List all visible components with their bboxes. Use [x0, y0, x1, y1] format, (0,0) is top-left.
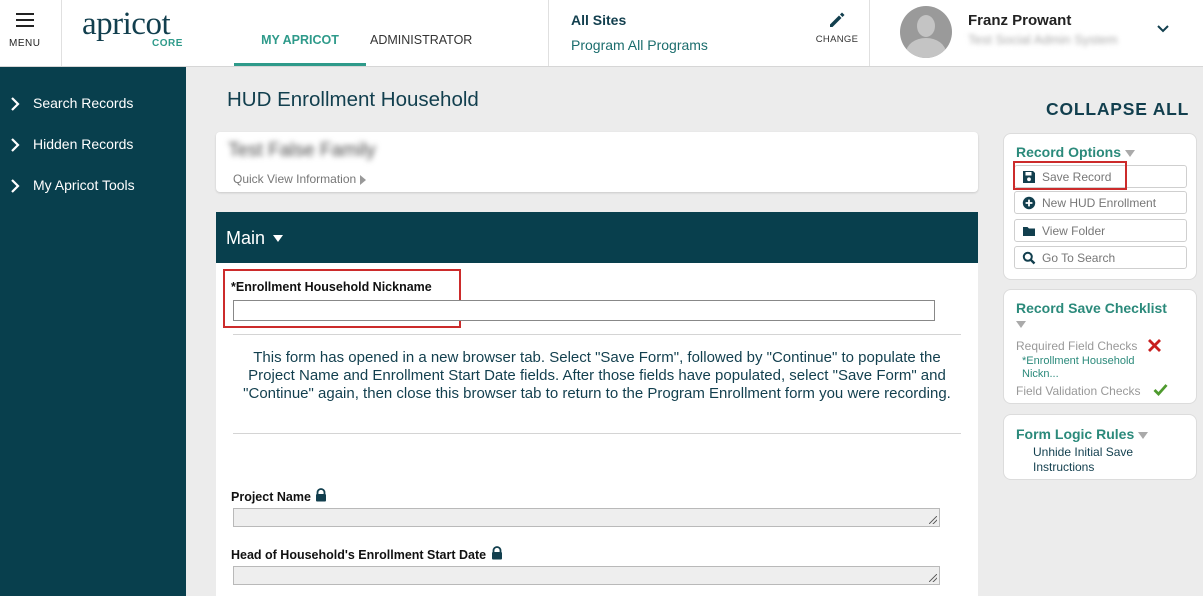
section-header-main[interactable]: Main	[216, 212, 978, 263]
record-options-title[interactable]: Record Options	[1016, 144, 1136, 160]
sidebar: Search Records Hidden Records My Apricot…	[0, 67, 186, 596]
view-folder-label: View Folder	[1042, 224, 1106, 238]
chevron-right-icon	[11, 97, 20, 111]
avatar[interactable]	[900, 6, 952, 58]
sidebar-item-label: My Apricot Tools	[33, 177, 135, 193]
site-selector: All Sites Program All Programs CHANGE	[548, 0, 870, 66]
collapse-all-button[interactable]: COLLAPSE ALL	[1046, 99, 1189, 120]
site-title: All Sites	[571, 12, 627, 28]
green-check-icon	[1153, 384, 1168, 396]
tab-my-apricot[interactable]: MY APRICOT	[234, 33, 366, 66]
nickname-label: *Enrollment Household Nickname	[231, 280, 432, 294]
change-label: CHANGE	[815, 34, 859, 45]
sidebar-item-label: Search Records	[33, 95, 134, 111]
triangle-down-icon[interactable]	[1016, 321, 1026, 328]
apricot-logo[interactable]: apricot CORE	[82, 6, 182, 49]
resize-handle-icon[interactable]	[929, 516, 937, 524]
triangle-down-icon	[1125, 149, 1136, 157]
folder-icon	[1023, 227, 1035, 236]
triangle-right-icon	[360, 174, 367, 185]
caret-down-icon	[273, 235, 283, 242]
tab-administrator[interactable]: ADMINISTRATOR	[370, 33, 472, 47]
menu-button[interactable]: MENU	[0, 0, 62, 66]
search-icon	[1022, 251, 1036, 265]
sidebar-item-search-records[interactable]: Search Records	[0, 89, 186, 119]
required-field-link[interactable]: *Enrollment Household Nickn...	[1022, 355, 1162, 381]
highlight-box-save-record	[1013, 161, 1127, 190]
start-date-field	[233, 566, 940, 585]
section-title: Main	[226, 228, 266, 248]
site-program: Program All Programs	[571, 37, 708, 53]
checklist-title[interactable]: Record Save Checklist	[1016, 300, 1167, 316]
quick-view-label: Quick View Information	[233, 172, 357, 186]
new-hud-enrollment-label: New HUD Enrollment	[1042, 196, 1157, 210]
chevron-down-icon[interactable]	[1156, 22, 1170, 36]
record-save-checklist-panel: Record Save Checklist Required Field Che…	[1003, 289, 1197, 404]
red-x-icon	[1148, 339, 1161, 352]
chevron-right-icon	[11, 138, 20, 152]
page-title: HUD Enrollment Household	[227, 88, 479, 111]
go-to-search-label: Go To Search	[1042, 251, 1116, 265]
divider	[233, 334, 961, 335]
form-logic-rule-item[interactable]: Unhide Initial Save Instructions	[1033, 445, 1163, 475]
go-to-search-button[interactable]: Go To Search	[1014, 246, 1187, 269]
main-section: Main *Enrollment Household Nickname This…	[216, 212, 978, 596]
record-options-panel: Record Options Save Record New HUD Enrol…	[1003, 133, 1197, 280]
menu-label: MENU	[9, 38, 41, 49]
nickname-input[interactable]	[233, 300, 935, 321]
quick-view-card: Test False Family Quick View Information	[216, 132, 978, 192]
form-logic-title[interactable]: Form Logic Rules	[1016, 426, 1149, 442]
required-field-checks-label: Required Field Checks	[1016, 339, 1138, 353]
logo-sub: CORE	[152, 38, 183, 49]
start-date-label: Head of Household's Enrollment Start Dat…	[231, 546, 504, 562]
change-site-button[interactable]: CHANGE	[815, 10, 859, 45]
hamburger-icon	[16, 13, 34, 31]
divider	[233, 433, 961, 434]
chevron-right-icon	[11, 179, 20, 193]
view-folder-button[interactable]: View Folder	[1014, 219, 1187, 242]
user-subtitle: Test Social Admin System	[968, 32, 1118, 47]
lock-icon	[491, 546, 502, 560]
instructions-text: This form has opened in a new browser ta…	[243, 349, 951, 402]
new-hud-enrollment-button[interactable]: New HUD Enrollment	[1014, 191, 1187, 214]
plus-circle-icon	[1022, 196, 1036, 210]
sidebar-item-label: Hidden Records	[33, 136, 134, 152]
sidebar-item-hidden-records[interactable]: Hidden Records	[0, 130, 186, 160]
pencil-icon	[830, 12, 845, 27]
lock-icon	[316, 488, 327, 502]
project-name-label: Project Name	[231, 488, 328, 504]
sidebar-item-my-apricot-tools[interactable]: My Apricot Tools	[0, 171, 186, 201]
triangle-down-icon	[1138, 431, 1149, 439]
form-logic-rules-panel: Form Logic Rules Unhide Initial Save Ins…	[1003, 414, 1197, 480]
user-name: Franz Prowant	[968, 12, 1072, 29]
quick-view-link[interactable]: Quick View Information	[233, 172, 367, 186]
record-name: Test False Family	[228, 140, 376, 161]
project-name-field	[233, 508, 940, 527]
top-bar: MENU apricot CORE MY APRICOT ADMINISTRAT…	[0, 0, 1203, 67]
resize-handle-icon[interactable]	[929, 574, 937, 582]
field-validation-checks-label: Field Validation Checks	[1016, 384, 1141, 398]
